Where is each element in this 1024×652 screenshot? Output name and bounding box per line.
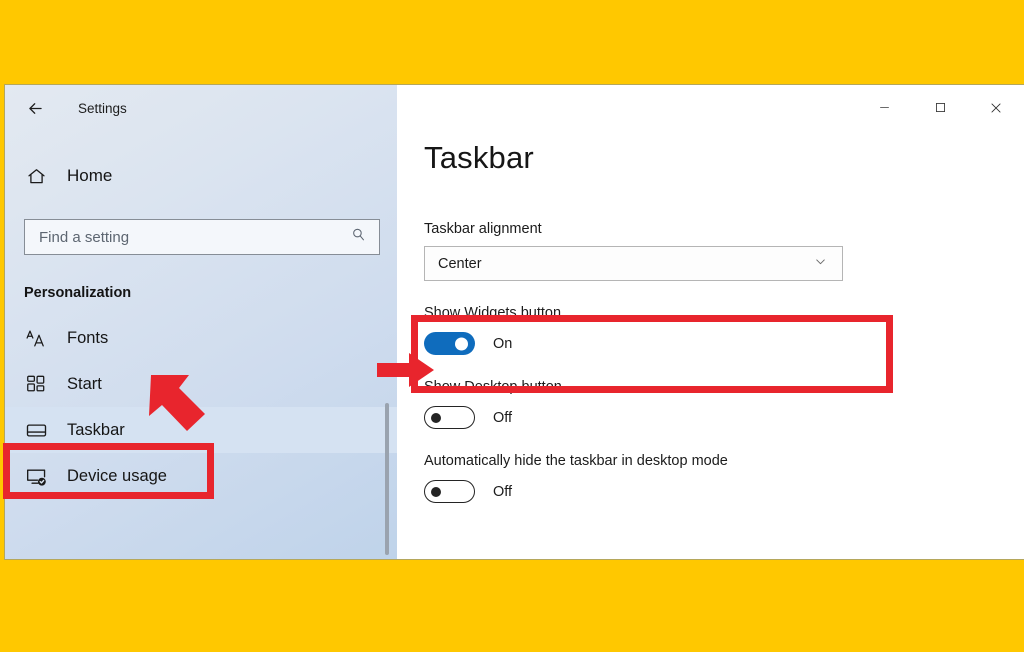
sidebar-item-device-usage-label: Device usage (67, 466, 167, 485)
search-input[interactable] (39, 228, 350, 246)
show-desktop-toggle-state: Off (493, 409, 513, 426)
show-desktop-toggle-row: Off (424, 406, 1024, 429)
sidebar-header: Settings (5, 85, 397, 132)
auto-hide-taskbar-toggle-state: Off (493, 483, 513, 500)
window-controls (856, 85, 1024, 130)
toggle-knob (431, 412, 441, 423)
setting-show-desktop-button: Show Desktop button Off (424, 379, 1024, 429)
sidebar-scrollbar[interactable] (385, 403, 389, 555)
device-usage-icon (24, 464, 48, 488)
toggle-knob (455, 337, 468, 350)
sidebar-item-start[interactable]: Start (5, 361, 397, 407)
taskbar-alignment-label: Taskbar alignment (424, 221, 542, 237)
taskbar-alignment-dropdown[interactable]: Center (424, 246, 843, 281)
sidebar-section-title: Personalization (24, 285, 132, 301)
main-content: Taskbar Taskbar alignment Center Show Wi… (397, 85, 1024, 559)
sidebar-item-fonts[interactable]: Fonts (5, 315, 397, 361)
show-desktop-button-label: Show Desktop button (424, 379, 562, 395)
chevron-down-icon (813, 254, 828, 274)
show-widgets-toggle[interactable] (424, 332, 475, 355)
setting-show-widgets-button: Show Widgets button On (424, 305, 1024, 355)
toggle-knob (431, 486, 441, 497)
sidebar-item-home[interactable]: Home (5, 155, 397, 197)
sidebar-nav-list: Fonts Start Taskbar Device usage (5, 315, 397, 499)
start-grid-icon (24, 372, 48, 396)
close-button[interactable] (968, 85, 1024, 130)
taskbar-alignment-value: Center (438, 255, 482, 272)
show-desktop-toggle[interactable] (424, 406, 475, 429)
show-widgets-toggle-row: On (424, 332, 1024, 355)
search-box[interactable] (24, 219, 380, 255)
page-title: Taskbar (424, 140, 534, 175)
auto-hide-taskbar-label: Automatically hide the taskbar in deskto… (424, 453, 728, 469)
show-widgets-toggle-state: On (493, 335, 513, 352)
sidebar-item-fonts-label: Fonts (67, 328, 109, 347)
taskbar-icon (24, 418, 48, 442)
sidebar: Settings Home Personalization (5, 85, 397, 559)
home-icon (24, 164, 48, 188)
search-icon[interactable] (350, 226, 367, 248)
window-title: Settings (78, 101, 127, 116)
fonts-aa-icon (24, 326, 48, 350)
setting-auto-hide-taskbar: Automatically hide the taskbar in deskto… (424, 453, 1024, 503)
sidebar-item-device-usage[interactable]: Device usage (5, 453, 397, 499)
settings-window: Settings Home Personalization (5, 85, 1024, 559)
auto-hide-taskbar-toggle[interactable] (424, 480, 475, 503)
maximize-button[interactable] (912, 85, 968, 130)
auto-hide-toggle-row: Off (424, 480, 1024, 503)
sidebar-item-taskbar-label: Taskbar (67, 420, 125, 439)
sidebar-item-home-label: Home (67, 166, 113, 185)
back-arrow-icon[interactable] (22, 96, 48, 122)
minimize-button[interactable] (856, 85, 912, 130)
show-widgets-button-label: Show Widgets button (424, 305, 562, 321)
sidebar-item-taskbar[interactable]: Taskbar (5, 407, 397, 453)
sidebar-item-start-label: Start (67, 374, 102, 393)
